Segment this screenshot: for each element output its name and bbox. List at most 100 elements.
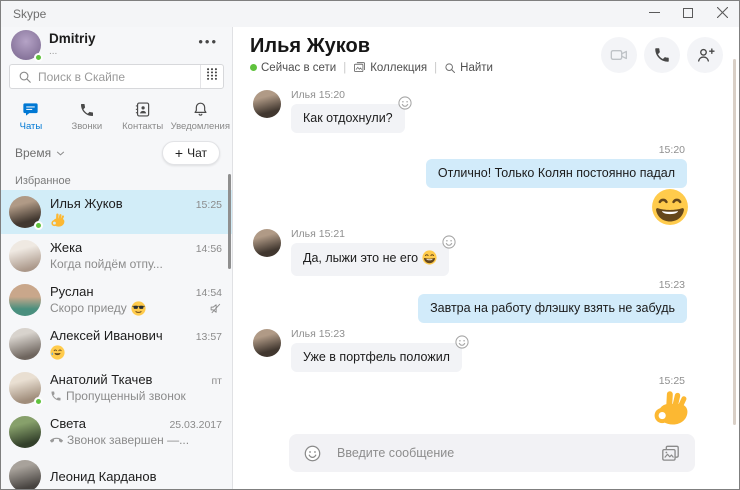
chat-bubble-icon (22, 100, 39, 118)
separator: | (343, 62, 346, 74)
presence-status: Сейчас в сети (250, 62, 336, 74)
timestamp: 25.03.2017 (163, 419, 222, 431)
search-box (9, 64, 224, 89)
laugh-emoji[interactable] (651, 188, 689, 226)
message-author-time: Илья 15:23 (291, 328, 345, 340)
online-status-dot (34, 53, 43, 62)
avatar[interactable] (253, 90, 281, 118)
cool-emoji (131, 301, 146, 316)
contact-name: Алексей Иванович (50, 328, 163, 343)
maximize-button[interactable] (671, 1, 705, 27)
message-bubble[interactable]: Да, лыжи это не его (291, 243, 449, 276)
video-call-button[interactable] (601, 37, 637, 73)
close-icon (717, 5, 728, 23)
conversation-item[interactable]: Анатолий ТкачевптПропущенный звонок (1, 366, 232, 410)
message-author-time: Илья 15:20 (291, 89, 345, 101)
tab-label: Уведомления (171, 121, 230, 132)
contact-name: Света (50, 416, 86, 431)
avatar (9, 372, 41, 404)
profile-row[interactable]: Dmitriy ... ••• (1, 27, 232, 61)
add-person-icon (695, 45, 715, 65)
find-button[interactable]: Найти (444, 62, 493, 74)
profile-status: ... (49, 46, 96, 58)
ok-hand-emoji[interactable] (651, 390, 689, 427)
timestamp: пт (206, 375, 223, 387)
collection-label: Коллекция (370, 62, 427, 74)
new-chat-button[interactable]: + Чат (162, 141, 220, 165)
conversation-item[interactable]: Руслан 14:54 Скоро приеду (1, 278, 232, 322)
search-input[interactable] (32, 70, 200, 84)
dialpad-icon (205, 67, 219, 86)
online-status-dot (34, 397, 43, 406)
timestamp: 14:54 (190, 287, 222, 299)
search-icon (18, 70, 32, 84)
contact-name: Руслан (50, 284, 94, 299)
avatar[interactable] (11, 30, 41, 60)
composer (289, 434, 695, 472)
message-author-time: Илья 15:21 (291, 228, 345, 240)
add-reaction-icon[interactable] (397, 95, 413, 111)
bell-icon (192, 100, 209, 118)
profile-name: Dmitriy (49, 31, 96, 46)
phone-icon (79, 100, 95, 118)
message-incoming: Илья 15:23 Уже в портфель положил (253, 328, 687, 372)
header-actions (601, 37, 723, 73)
message-incoming: Илья 15:20 Как отдохнули? (253, 89, 687, 133)
tab-chats[interactable]: Чаты (3, 100, 59, 132)
message-outgoing (253, 188, 687, 226)
conversation-item[interactable]: Света25.03.2017Звонок завершен —... (1, 410, 232, 454)
sort-label: Время (15, 146, 51, 160)
find-label: Найти (460, 62, 493, 74)
message-time: 15:25 (659, 375, 687, 387)
voice-call-button[interactable] (644, 37, 680, 73)
message-bubble[interactable]: Отлично! Только Колян постоянно падал (426, 159, 687, 188)
avatar (9, 328, 41, 360)
sidebar-scrollbar[interactable] (228, 174, 231, 269)
online-status-dot (250, 64, 257, 71)
message-bubble[interactable]: Завтра на работу флэшку взять не забудь (418, 294, 687, 323)
message-bubble[interactable]: Уже в портфель положил (291, 343, 462, 372)
send-image-icon[interactable] (660, 443, 681, 464)
chat-panel: Илья Жуков Сейчас в сети | Коллекция | Н… (234, 27, 739, 489)
close-button[interactable] (705, 1, 739, 27)
message-preview: Пропущенный звонок (66, 389, 186, 403)
conversation-item[interactable]: Алексей Иванович13:57 (1, 322, 232, 366)
conversation-item[interactable]: Леонид Карданов (1, 454, 232, 489)
laugh-emoji (422, 250, 437, 269)
conversation-item[interactable]: Илья Жуков15:25 (1, 190, 232, 234)
add-person-button[interactable] (687, 37, 723, 73)
title-bar[interactable]: Skype (1, 1, 739, 27)
more-menu-icon[interactable]: ••• (198, 35, 218, 48)
message-preview: Скоро приеду (50, 301, 127, 315)
tab-calls[interactable]: Звонки (59, 100, 115, 132)
collection-button[interactable]: Коллекция (353, 61, 427, 74)
avatar[interactable] (253, 329, 281, 357)
presence-label: Сейчас в сети (261, 62, 336, 74)
contact-name: Жека (50, 240, 82, 255)
emoticon-picker-icon[interactable] (303, 444, 322, 463)
minimize-button[interactable] (637, 1, 671, 27)
chat-header: Илья Жуков Сейчас в сети | Коллекция | Н… (234, 27, 739, 85)
sort-row: Время + Чат (1, 136, 232, 170)
tab-label: Чаты (20, 121, 43, 132)
minimize-icon (649, 5, 660, 23)
chat-scrollbar[interactable] (733, 59, 736, 425)
avatar[interactable] (253, 229, 281, 257)
conversation-item[interactable]: Жека14:56Когда пойдём отпу... (1, 234, 232, 278)
avatar (9, 240, 41, 272)
add-reaction-icon[interactable] (441, 234, 457, 250)
timestamp: 14:56 (190, 243, 222, 255)
tab-contacts[interactable]: Контакты (115, 100, 171, 132)
skype-window: Skype Dmitriy ... ••• Чаты ЗвонкиКонтакты… (0, 0, 740, 490)
sort-by-time[interactable]: Время (15, 146, 65, 160)
find-icon (444, 62, 456, 74)
message-bubble[interactable]: Как отдохнули? (291, 104, 405, 133)
ok-hand-emoji (50, 213, 65, 228)
message-outgoing: 15:25 (253, 375, 687, 427)
add-reaction-icon[interactable] (454, 334, 470, 350)
dialpad-button[interactable] (200, 65, 223, 88)
call-ended-icon (50, 434, 63, 447)
timestamp: 15:25 (190, 199, 222, 211)
tab-notifications[interactable]: Уведомления (171, 100, 230, 132)
message-input[interactable] (335, 445, 660, 461)
